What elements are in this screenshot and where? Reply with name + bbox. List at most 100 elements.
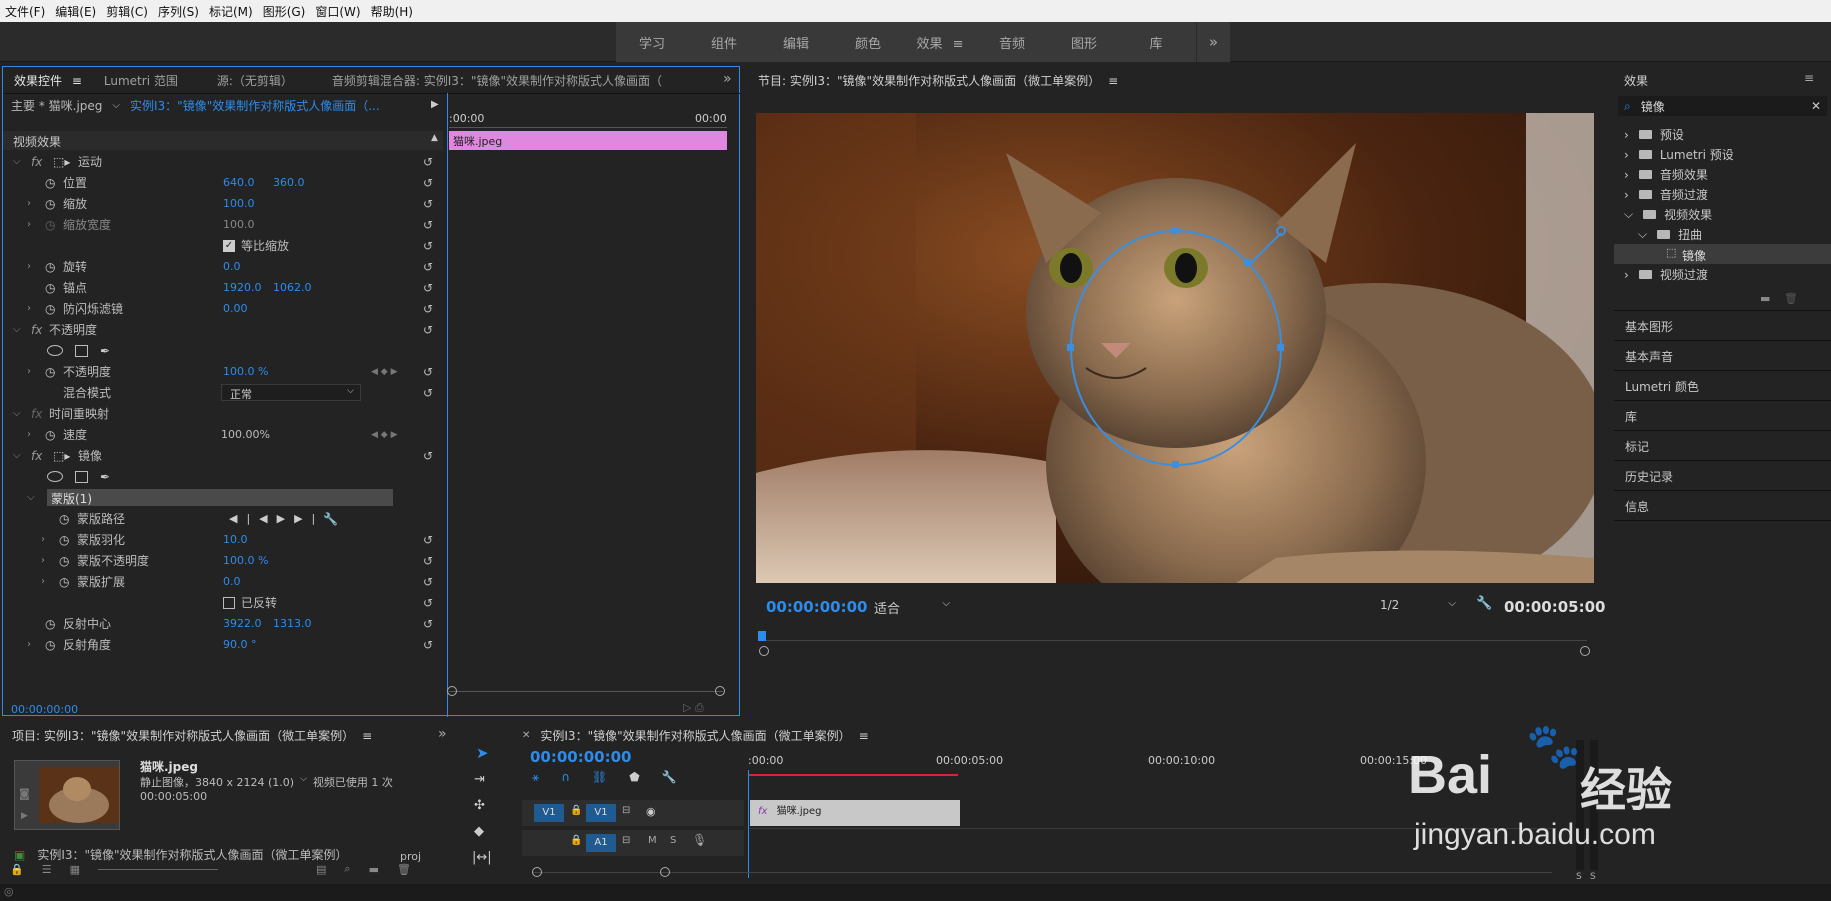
- menu-lines-icon[interactable]: ≡: [1804, 71, 1814, 85]
- wrench-icon[interactable]: 🔧: [323, 512, 338, 526]
- row-reflect-angle[interactable]: › ◷ 反射角度 90.0 ° ↺: [3, 634, 443, 655]
- expand-chevron-icon[interactable]: ⌵: [13, 156, 21, 167]
- panel-overflow-icon[interactable]: »: [723, 71, 732, 87]
- timeline-clip[interactable]: fx 猫咪.jpeg: [750, 800, 960, 826]
- panel-essential-graphics[interactable]: 基本图形: [1625, 318, 1673, 335]
- expand-chevron-icon[interactable]: ›: [27, 198, 31, 209]
- solo-button[interactable]: S: [670, 835, 676, 846]
- scroll-handle-left[interactable]: [759, 646, 769, 656]
- panel-markers[interactable]: 标记: [1625, 438, 1649, 455]
- reset-icon[interactable]: ↺: [423, 386, 433, 400]
- tab-source[interactable]: 源:（无剪辑）: [217, 72, 293, 89]
- menu-lines-icon[interactable]: ≡: [72, 74, 82, 88]
- list-view-icon[interactable]: ☰: [42, 863, 52, 876]
- program-scrub-bar[interactable]: [758, 631, 1590, 656]
- fit-select[interactable]: 适合 ⌵: [870, 596, 954, 617]
- project-sequence-item[interactable]: ▣ 实例I3："镜像"效果制作对称版式人像画面（微工单案例）: [14, 846, 348, 863]
- workspace-tab-learn[interactable]: 学习: [616, 33, 688, 52]
- workspace-tab-color[interactable]: 颜色: [832, 33, 904, 52]
- new-item-icon[interactable]: ▤: [316, 863, 326, 876]
- menu-lines-icon[interactable]: ≡: [859, 729, 869, 743]
- reset-icon[interactable]: ↺: [423, 281, 433, 295]
- panel-history[interactable]: 历史记录: [1625, 468, 1673, 485]
- stopwatch-icon[interactable]: ◷: [59, 533, 69, 547]
- stopwatch-icon[interactable]: ◷: [45, 302, 55, 316]
- playhead-line[interactable]: [447, 93, 448, 717]
- reset-icon[interactable]: ↺: [423, 638, 433, 652]
- menu-lines-icon[interactable]: ≡: [362, 729, 372, 743]
- reset-icon[interactable]: ↺: [423, 323, 433, 337]
- mini-clip[interactable]: 猫咪.jpeg: [449, 131, 727, 150]
- section-video-effects[interactable]: 视频效果 ▲: [3, 131, 443, 150]
- expand-chevron-icon[interactable]: ›: [41, 555, 45, 566]
- panel-info[interactable]: 信息: [1625, 498, 1649, 515]
- anchor-y-value[interactable]: 1062.0: [273, 281, 312, 294]
- chevron-down-icon[interactable]: ⌵: [112, 100, 120, 111]
- close-icon[interactable]: ✕: [1811, 99, 1821, 113]
- mask-track-controls[interactable]: ◀|◀▶▶|: [229, 512, 324, 525]
- timeline-playhead[interactable]: [748, 770, 749, 878]
- ellipse-mask-icon[interactable]: [47, 471, 63, 482]
- row-anchor[interactable]: ◷ 锚点 1920.0 1062.0 ↺: [3, 277, 443, 298]
- effects-search[interactable]: ⌕ 镜像 ✕: [1618, 96, 1827, 116]
- lock-icon[interactable]: 🔒: [570, 835, 582, 846]
- stopwatch-icon[interactable]: ◷: [59, 554, 69, 568]
- lock-icon[interactable]: 🔒: [10, 863, 24, 876]
- close-icon[interactable]: ✕: [522, 730, 530, 741]
- row-mask-opacity[interactable]: › ◷ 蒙版不透明度 100.0 % ↺: [3, 550, 443, 571]
- play-clip-icon[interactable]: ▶: [431, 99, 439, 110]
- panel-lumetri-color[interactable]: Lumetri 颜色: [1625, 378, 1699, 395]
- quality-select[interactable]: 1/2 ⌵: [1376, 596, 1460, 616]
- menu-clip[interactable]: 剪辑(C): [101, 3, 153, 20]
- stopwatch-icon[interactable]: ◷: [59, 512, 69, 526]
- reset-icon[interactable]: ↺: [423, 365, 433, 379]
- stopwatch-icon[interactable]: ◷: [45, 365, 55, 379]
- row-opacity-fx[interactable]: ⌵ fx 不透明度 ↺: [3, 319, 443, 340]
- menu-edit[interactable]: 编辑(E): [50, 3, 101, 20]
- expand-chevron-icon[interactable]: ›: [27, 261, 31, 272]
- stopwatch-icon[interactable]: ◷: [45, 428, 55, 442]
- slip-tool-icon[interactable]: |↔|: [472, 850, 492, 865]
- row-speed[interactable]: › ◷ 速度 100.00% ◀ ◆ ▶: [3, 424, 443, 445]
- antiflicker-value[interactable]: 0.00: [223, 302, 248, 315]
- program-title[interactable]: 节目: 实例I3："镜像"效果制作对称版式人像画面（微工单案例）: [758, 72, 1100, 89]
- position-y-value[interactable]: 360.0: [273, 176, 305, 189]
- stopwatch-icon[interactable]: ◷: [45, 176, 55, 190]
- rotation-value[interactable]: 0.0: [223, 260, 241, 273]
- keyframe-nav-icon[interactable]: ◀ ◆ ▶: [371, 430, 398, 440]
- wrench-icon[interactable]: 🔧: [662, 770, 677, 785]
- scale-value[interactable]: 100.0: [223, 197, 255, 210]
- ellipse-mask-icon[interactable]: [47, 345, 63, 356]
- tab-lumetri-scopes[interactable]: Lumetri 范围: [104, 72, 178, 89]
- fx-icon[interactable]: fx: [31, 449, 42, 463]
- mask-opacity-value[interactable]: 100.0 %: [223, 554, 268, 567]
- expand-chevron-icon[interactable]: ›: [27, 303, 31, 314]
- eye-icon[interactable]: ◉: [646, 805, 656, 818]
- menu-lines-icon[interactable]: ≡: [1108, 74, 1118, 88]
- workspace-tab-libraries[interactable]: 库: [1120, 33, 1192, 52]
- row-blend-mode[interactable]: 混合模式 正常 ⌵ ↺: [3, 382, 443, 403]
- row-rotation[interactable]: › ◷ 旋转 0.0 ↺: [3, 256, 443, 277]
- folder-icon[interactable]: ▬: [369, 863, 379, 876]
- position-x-value[interactable]: 640.0: [223, 176, 255, 189]
- pen-mask-icon[interactable]: ✒: [100, 344, 110, 358]
- row-mask[interactable]: ⌵ 蒙版(1): [3, 487, 443, 508]
- mute-button[interactable]: M: [648, 835, 657, 846]
- reset-icon[interactable]: ↺: [423, 176, 433, 190]
- chevron-down-icon[interactable]: ⌵: [300, 774, 307, 790]
- sync-lock-icon[interactable]: ⊟: [622, 835, 630, 846]
- workspace-tab-audio[interactable]: 音频: [976, 33, 1048, 52]
- stopwatch-icon[interactable]: ◷: [45, 218, 55, 232]
- menu-help[interactable]: 帮助(H): [366, 3, 418, 20]
- folder-audio-transitions[interactable]: › 音频过渡: [1624, 186, 1708, 203]
- tab-effect-controls[interactable]: 效果控件 ≡: [14, 72, 82, 89]
- effects-panel-title[interactable]: 效果: [1624, 72, 1648, 89]
- scroll-up-icon[interactable]: ▲: [431, 133, 438, 143]
- fx-icon[interactable]: fx: [31, 155, 42, 169]
- ripple-edit-tool-icon[interactable]: ✣: [474, 798, 485, 813]
- row-reflect-center[interactable]: ◷ 反射中心 3922.0 1313.0 ↺: [3, 613, 443, 634]
- sync-lock-icon[interactable]: ⊟: [622, 805, 630, 816]
- tab-audio-clip-mixer[interactable]: 音频剪辑混合器: 实例I3："镜像"效果制作对称版式人像画面（: [332, 72, 662, 89]
- clip-sequence-label[interactable]: 实例I3："镜像"效果制作对称版式人像画面（...: [130, 97, 380, 114]
- reset-icon[interactable]: ↺: [423, 155, 433, 169]
